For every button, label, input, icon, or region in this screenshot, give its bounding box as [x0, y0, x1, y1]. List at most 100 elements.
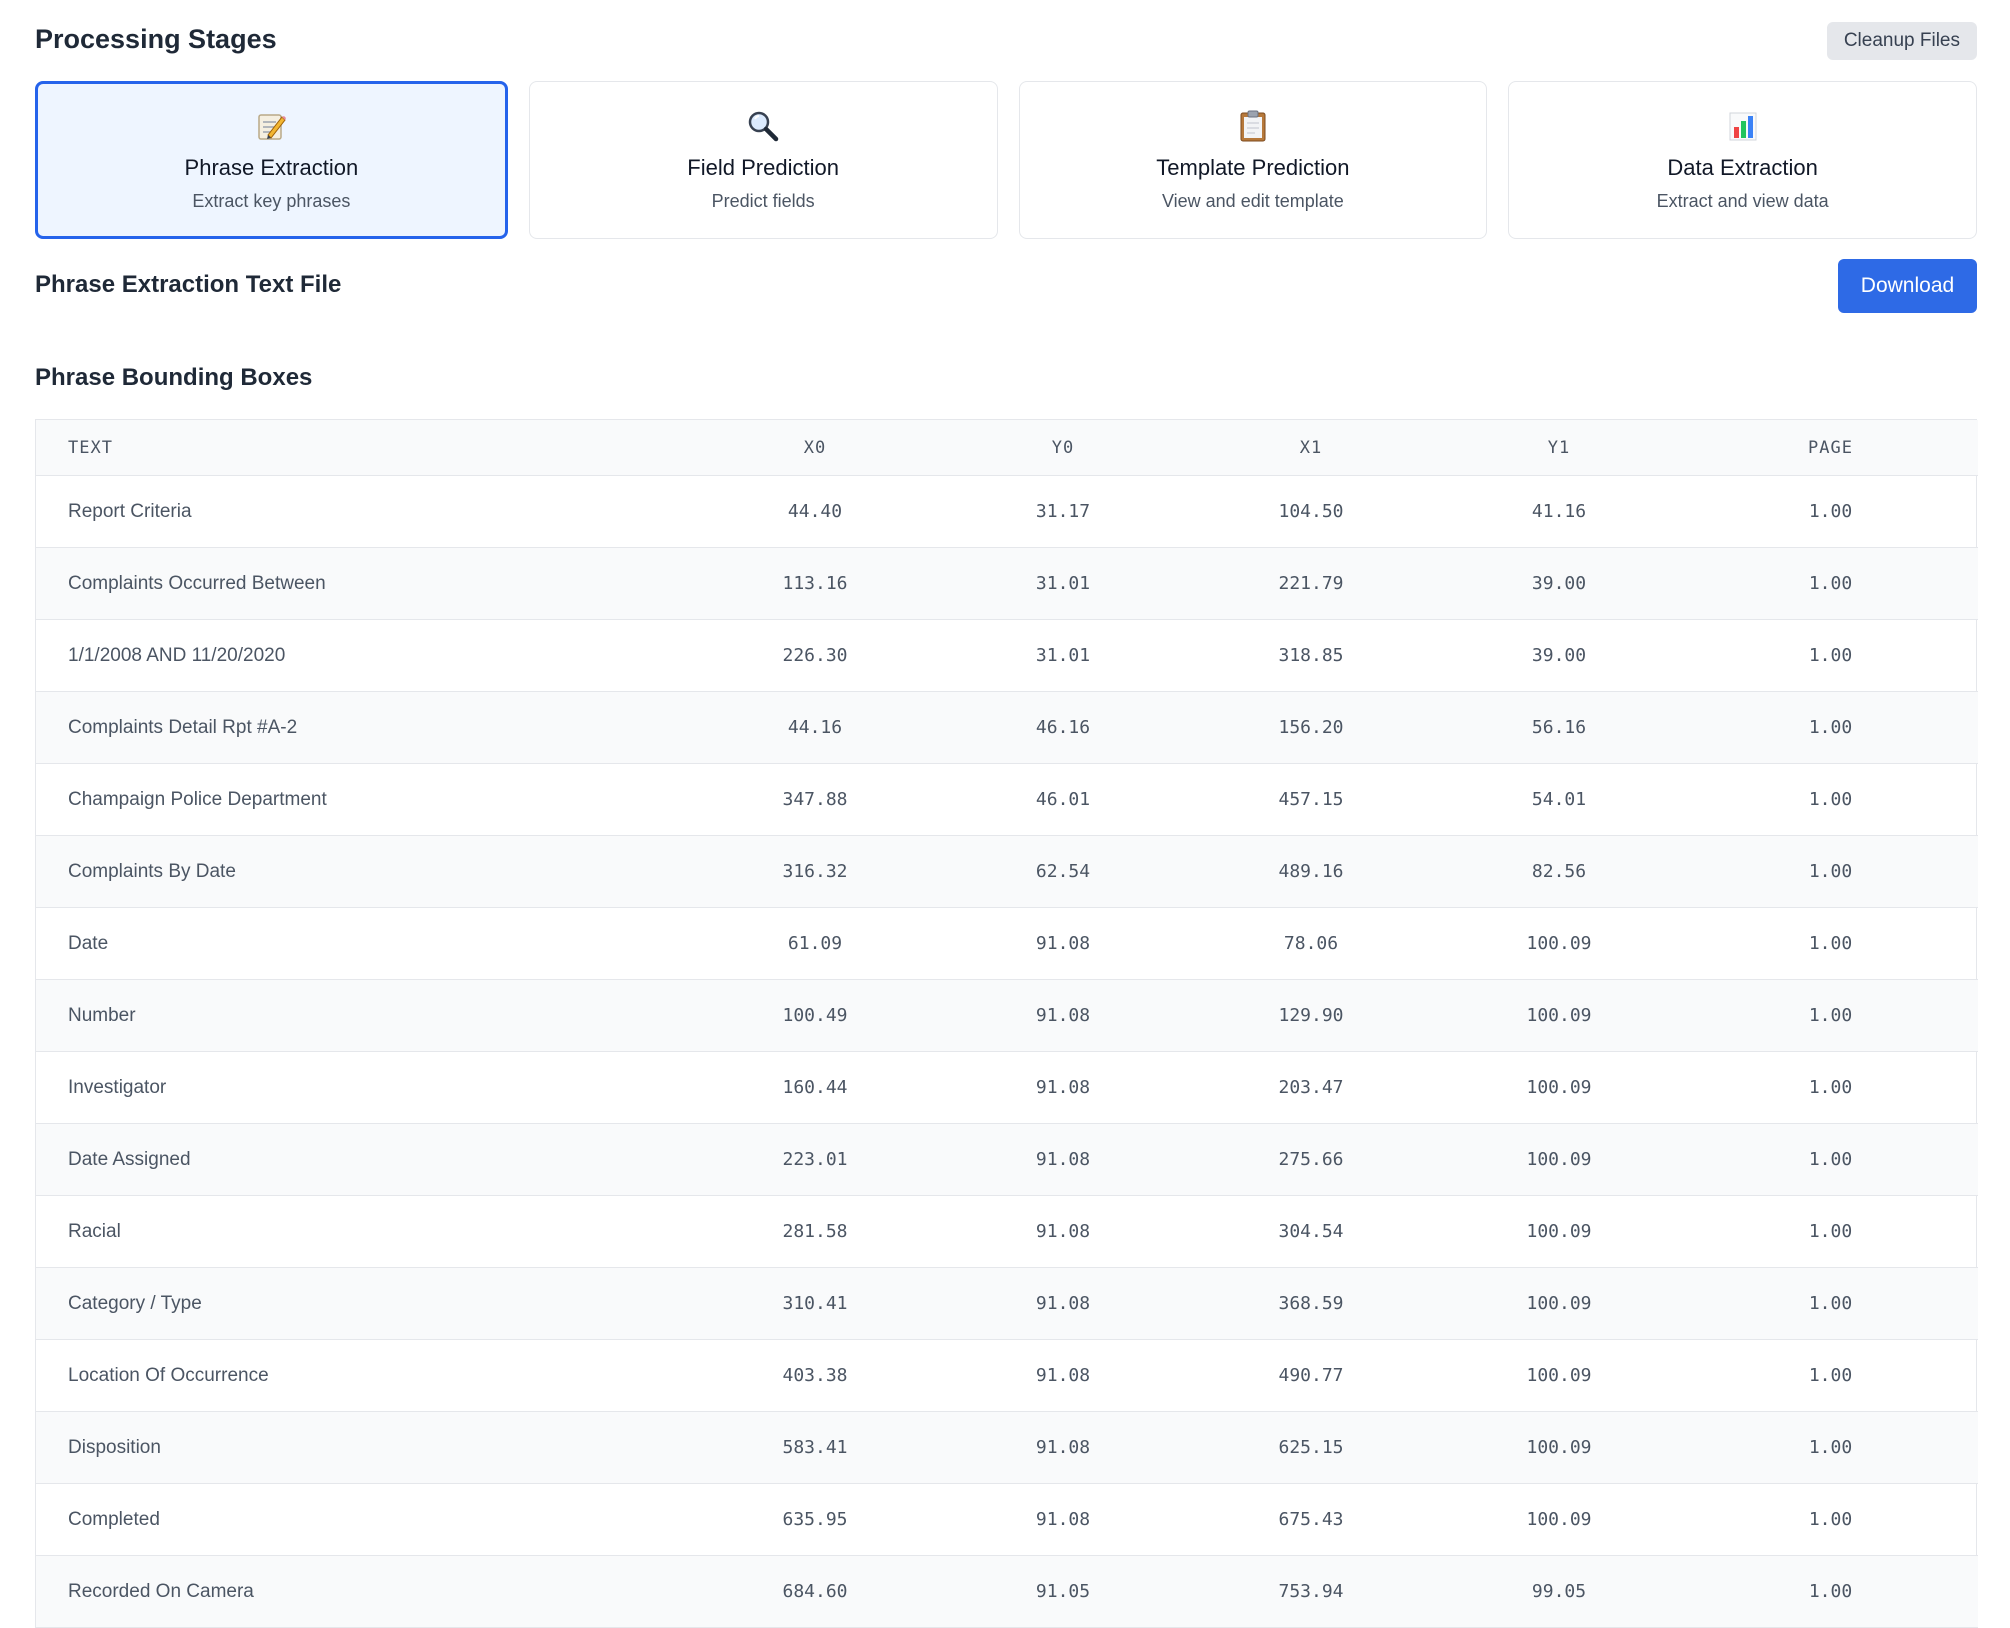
memo-icon	[38, 109, 505, 143]
column-header-text: TEXT	[36, 420, 691, 476]
cell-x1: 78.06	[1187, 907, 1435, 980]
cell-y1: 39.00	[1435, 619, 1683, 692]
cell-x0: 635.95	[691, 1483, 939, 1556]
cell-x0: 100.49	[691, 979, 939, 1052]
cleanup-files-button[interactable]: Cleanup Files	[1826, 22, 1977, 60]
cell-y1: 100.09	[1435, 1411, 1683, 1484]
cell-x1: 489.16	[1187, 835, 1435, 908]
stage-title: Field Prediction	[687, 155, 839, 180]
cell-text: 1/1/2008 AND 11/20/2020	[36, 619, 691, 692]
stage-title: Phrase Extraction	[184, 155, 359, 180]
table-row: Complaints Occurred Between 113.16 31.01 22…	[36, 547, 1978, 620]
magnifier-icon	[530, 109, 997, 143]
cell-text: Location Of Occurrence	[36, 1339, 691, 1412]
cell-y1: 100.09	[1435, 1267, 1683, 1340]
stage-card-data-extraction[interactable]: Data Extraction Extract and view data	[1508, 81, 1977, 239]
cell-y0: 91.08	[939, 1339, 1187, 1412]
column-header-y1: Y1	[1435, 420, 1683, 476]
cell-page: 1.00	[1683, 907, 1978, 980]
column-header-y0: Y0	[939, 420, 1187, 476]
cell-y0: 91.08	[939, 979, 1187, 1052]
stage-card-phrase-extraction[interactable]: Phrase Extraction Extract key phrases	[35, 81, 508, 239]
table-row: Date Assigned 223.01 91.08 275.66 100.09 1.00	[36, 1123, 1978, 1196]
cell-text: Racial	[36, 1195, 691, 1268]
cell-x1: 368.59	[1187, 1267, 1435, 1340]
column-header-x0: X0	[691, 420, 939, 476]
cell-text: Investigator	[36, 1051, 691, 1124]
header: Processing Stages Cleanup Files	[35, 0, 1977, 81]
cell-y0: 31.01	[939, 619, 1187, 692]
cell-y1: 100.09	[1435, 1123, 1683, 1196]
table-row: Complaints By Date 316.32 62.54 489.16 82.56…	[36, 835, 1978, 908]
cell-x1: 318.85	[1187, 619, 1435, 692]
cell-x0: 310.41	[691, 1267, 939, 1340]
stage-subtitle: Extract key phrases	[192, 191, 351, 211]
cell-page: 1.00	[1683, 547, 1978, 620]
cell-y0: 91.08	[939, 1267, 1187, 1340]
table-row: Location Of Occurrence 403.38 91.08 490.77 1…	[36, 1339, 1978, 1412]
cell-page: 1.00	[1683, 979, 1978, 1052]
cell-y1: 39.00	[1435, 547, 1683, 620]
cell-text: Complaints Occurred Between	[36, 547, 691, 620]
table-row: Recorded On Camera 684.60 91.05 753.94 99.05…	[36, 1555, 1978, 1628]
table-row: Number 100.49 91.08 129.90 100.09 1.00	[36, 979, 1978, 1052]
cell-page: 1.00	[1683, 763, 1978, 836]
cell-y0: 31.01	[939, 547, 1187, 620]
cell-x1: 203.47	[1187, 1051, 1435, 1124]
text-file-section: Phrase Extraction Text File Download	[35, 259, 1977, 343]
cell-page: 1.00	[1683, 1339, 1978, 1412]
stage-subtitle: Extract and view data	[1656, 191, 1829, 211]
cell-y1: 100.09	[1435, 907, 1683, 980]
cell-x0: 316.32	[691, 835, 939, 908]
bounding-boxes-table: TEXT X0 Y0 X1 Y1 PAGE Report Criteria 44.…	[35, 419, 1978, 1628]
cell-text: Disposition	[36, 1411, 691, 1484]
stage-title: Data Extraction	[1667, 155, 1818, 180]
cell-y1: 100.09	[1435, 979, 1683, 1052]
cell-y0: 91.08	[939, 1123, 1187, 1196]
cell-text: Completed	[36, 1483, 691, 1556]
table-row: Completed 635.95 91.08 675.43 100.09 1.00	[36, 1483, 1978, 1556]
cell-text: Number	[36, 979, 691, 1052]
stage-cards: Phrase Extraction Extract key phrases Fi…	[35, 81, 1977, 239]
cell-y0: 91.08	[939, 1483, 1187, 1556]
cell-page: 1.00	[1683, 691, 1978, 764]
cell-x1: 675.43	[1187, 1483, 1435, 1556]
cell-x1: 156.20	[1187, 691, 1435, 764]
page-title: Processing Stages	[35, 24, 277, 54]
cell-page: 1.00	[1683, 1483, 1978, 1556]
cell-x0: 44.40	[691, 475, 939, 548]
stage-card-field-prediction[interactable]: Field Prediction Predict fields	[528, 81, 998, 239]
cell-y0: 91.08	[939, 1411, 1187, 1484]
cell-y0: 62.54	[939, 835, 1187, 908]
table-row: Report Criteria 44.40 31.17 104.50 41.16 1.00	[36, 475, 1978, 548]
cell-x0: 403.38	[691, 1339, 939, 1412]
download-button[interactable]: Download	[1838, 259, 1977, 313]
cell-y0: 46.16	[939, 691, 1187, 764]
cell-text: Champaign Police Department	[36, 763, 691, 836]
cell-y1: 41.16	[1435, 475, 1683, 548]
cell-x0: 44.16	[691, 691, 939, 764]
cell-y0: 91.05	[939, 1555, 1187, 1628]
cell-x1: 129.90	[1187, 979, 1435, 1052]
table-row: Investigator 160.44 91.08 203.47 100.09 1.00	[36, 1051, 1978, 1124]
column-header-x1: X1	[1187, 420, 1435, 476]
cell-y1: 100.09	[1435, 1195, 1683, 1268]
table-row: Racial 281.58 91.08 304.54 100.09 1.00	[36, 1195, 1978, 1268]
cell-x1: 490.77	[1187, 1339, 1435, 1412]
table-header-row: TEXT X0 Y0 X1 Y1 PAGE	[36, 420, 1978, 476]
cell-y0: 91.08	[939, 1195, 1187, 1268]
table-row: 1/1/2008 AND 11/20/2020 226.30 31.01 318.85…	[36, 619, 1978, 692]
cell-text: Complaints By Date	[36, 835, 691, 908]
cell-x1: 104.50	[1187, 475, 1435, 548]
cell-y1: 99.05	[1435, 1555, 1683, 1628]
cell-x1: 753.94	[1187, 1555, 1435, 1628]
cell-x0: 160.44	[691, 1051, 939, 1124]
cell-x0: 684.60	[691, 1555, 939, 1628]
stage-card-template-prediction[interactable]: Template Prediction View and edit templa…	[1018, 81, 1488, 239]
stage-title: Template Prediction	[1156, 155, 1350, 180]
cell-page: 1.00	[1683, 1267, 1978, 1340]
cell-y1: 100.09	[1435, 1051, 1683, 1124]
text-file-title: Phrase Extraction Text File	[35, 271, 342, 298]
cell-page: 1.00	[1683, 1555, 1978, 1628]
cell-x1: 221.79	[1187, 547, 1435, 620]
